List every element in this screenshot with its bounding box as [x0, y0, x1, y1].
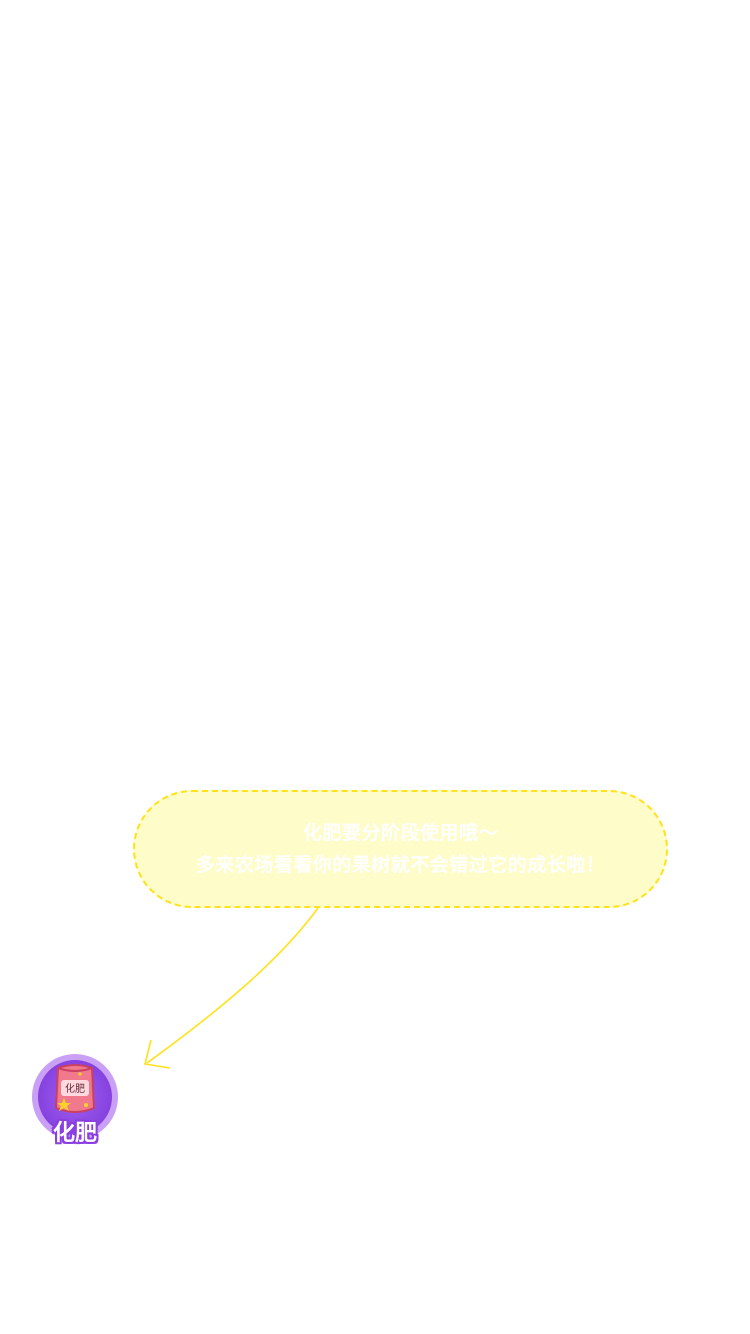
fertilizer-button[interactable]: 化肥 化肥 [32, 1054, 118, 1154]
fertilizer-label: 化肥 [52, 1121, 97, 1146]
fertilizer-bag-text: 化肥 [65, 1082, 85, 1095]
guide-overlay: 化肥要分阶段使用哦～ 多来农场看看你的果树就不会错过它的成长啦！ 化肥 化肥 [0, 0, 750, 1334]
fertilizer-bag-icon: 化肥 [54, 1064, 96, 1113]
tip-line-2: 多来农场看看你的果树就不会错过它的成长啦！ [195, 854, 606, 876]
tip-bubble: 化肥要分阶段使用哦～ 多来农场看看你的果树就不会错过它的成长啦！ [133, 790, 668, 908]
tip-line-1: 化肥要分阶段使用哦～ [302, 822, 498, 844]
